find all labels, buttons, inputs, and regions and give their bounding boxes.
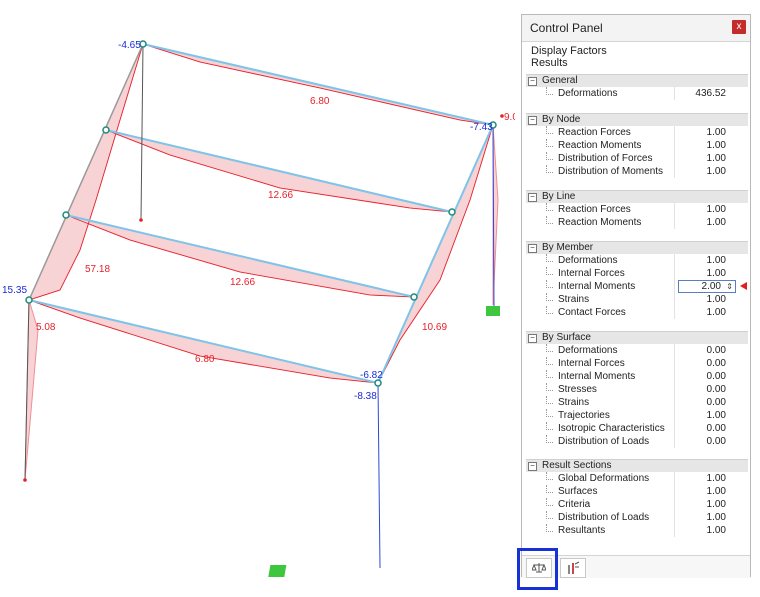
- row-surface-isotropic[interactable]: Isotropic Characteristics 0.00: [526, 422, 748, 435]
- row-surface-distribution-loads[interactable]: Distribution of Loads 0.00: [526, 435, 748, 448]
- structure-view[interactable]: -4.65 6.80 9.02 -7.43 12.66 57.18 12.66 …: [0, 0, 515, 597]
- row-member-internal-moments[interactable]: Internal Moments 2.00 ⇕: [526, 280, 748, 293]
- label-left-node: 15.35: [2, 285, 27, 296]
- label-right-top-node2: -7.43: [470, 122, 493, 133]
- section-result-sections: − Result Sections Global Deformations 1.00…: [526, 459, 748, 537]
- section-header-by-node[interactable]: − By Node: [526, 113, 748, 126]
- label-mid-span: 12.66: [268, 190, 293, 201]
- support-back: [486, 306, 500, 316]
- section-header-by-line[interactable]: − By Line: [526, 190, 748, 203]
- label-mid2-span: 12.66: [230, 277, 255, 288]
- row-general-deformations[interactable]: Deformations 436.52: [526, 87, 748, 100]
- row-member-deformations[interactable]: Deformations 1.00: [526, 254, 748, 267]
- row-line-reaction-forces[interactable]: Reaction Forces 1.00: [526, 203, 748, 216]
- label-right-top-node: 9.02: [504, 112, 515, 123]
- results-icon[interactable]: [560, 558, 586, 578]
- row-member-strains[interactable]: Strains 1.00: [526, 293, 748, 306]
- section-general: − General Deformations 436.52: [526, 74, 748, 100]
- label-front-span: 6.80: [195, 354, 215, 365]
- row-node-reaction-moments[interactable]: Reaction Moments 1.00: [526, 139, 748, 152]
- section-by-line: − By Line Reaction Forces 1.00 Reaction Mo…: [526, 190, 748, 229]
- spinner-icon[interactable]: ⇕: [726, 281, 733, 292]
- row-surface-strains[interactable]: Strains 0.00: [526, 396, 748, 409]
- row-node-distribution-forces[interactable]: Distribution of Forces 1.00: [526, 152, 748, 165]
- row-result-criteria[interactable]: Criteria 1.00: [526, 498, 748, 511]
- label-front-node: -6.82: [360, 370, 383, 381]
- row-member-contact-forces[interactable]: Contact Forces 1.00: [526, 306, 748, 319]
- row-surface-internal-moments[interactable]: Internal Moments 0.00: [526, 370, 748, 383]
- row-result-distribution-loads[interactable]: Distribution of Loads 1.00: [526, 511, 748, 524]
- row-node-reaction-forces[interactable]: Reaction Forces 1.00: [526, 126, 748, 139]
- collapse-icon[interactable]: −: [528, 77, 537, 86]
- display-factors-label: Display Factors: [531, 45, 607, 57]
- row-surface-stresses[interactable]: Stresses 0.00: [526, 383, 748, 396]
- support-front: [268, 565, 287, 577]
- model-viewport[interactable]: -4.65 6.80 9.02 -7.43 12.66 57.18 12.66 …: [0, 0, 515, 597]
- row-result-surfaces[interactable]: Surfaces 1.00: [526, 485, 748, 498]
- control-panel-titlebar[interactable]: Control Panel x: [522, 15, 750, 42]
- highlight-box: [517, 548, 558, 590]
- row-line-reaction-moments[interactable]: Reaction Moments 1.00: [526, 216, 748, 229]
- row-result-resultants[interactable]: Resultants 1.00: [526, 524, 748, 537]
- left-edge: [28, 43, 144, 301]
- row-member-internal-forces[interactable]: Internal Forces 1.00: [526, 267, 748, 280]
- control-panel-title: Control Panel: [530, 21, 603, 35]
- label-front-node2: -8.38: [354, 391, 377, 402]
- section-by-member: − By Member Deformations 1.00 Internal For…: [526, 241, 748, 319]
- section-by-surface: − By Surface Deformations 0.00 Internal Fo…: [526, 331, 748, 448]
- internal-moments-factor-input[interactable]: 2.00 ⇕: [678, 280, 736, 293]
- section-by-node: − By Node Reaction Forces 1.00 Reaction Mo…: [526, 113, 748, 178]
- label-left-col: 57.18: [85, 264, 110, 275]
- row-surface-trajectories[interactable]: Trajectories 1.00: [526, 409, 748, 422]
- row-result-global-deformations[interactable]: Global Deformations 1.00: [526, 472, 748, 485]
- close-icon[interactable]: x: [732, 20, 746, 34]
- collapse-icon[interactable]: −: [528, 244, 537, 253]
- columns: [24, 43, 144, 481]
- control-panel: Control Panel x Display Factors Results …: [521, 14, 751, 578]
- edit-marker-icon: [740, 282, 747, 290]
- row-node-distribution-moments[interactable]: Distribution of Moments 1.00: [526, 165, 748, 178]
- section-header-result-sections[interactable]: − Result Sections: [526, 459, 748, 472]
- collapse-icon[interactable]: −: [528, 462, 537, 471]
- collapse-icon[interactable]: −: [528, 193, 537, 202]
- row-surface-deformations[interactable]: Deformations 0.00: [526, 344, 748, 357]
- label-right-col: 10.69: [422, 322, 447, 333]
- results-label: Results: [531, 57, 568, 69]
- collapse-icon[interactable]: −: [528, 334, 537, 343]
- row-surface-internal-forces[interactable]: Internal Forces 0.00: [526, 357, 748, 370]
- section-header-general[interactable]: − General: [526, 74, 748, 87]
- collapse-icon[interactable]: −: [528, 116, 537, 125]
- section-header-by-member[interactable]: − By Member: [526, 241, 748, 254]
- label-top-span: 6.80: [310, 96, 330, 107]
- nodes: [25, 40, 497, 387]
- section-header-by-surface[interactable]: − By Surface: [526, 331, 748, 344]
- label-left-bottom: 5.08: [36, 322, 56, 333]
- label-top-left-node: -4.65: [118, 40, 141, 51]
